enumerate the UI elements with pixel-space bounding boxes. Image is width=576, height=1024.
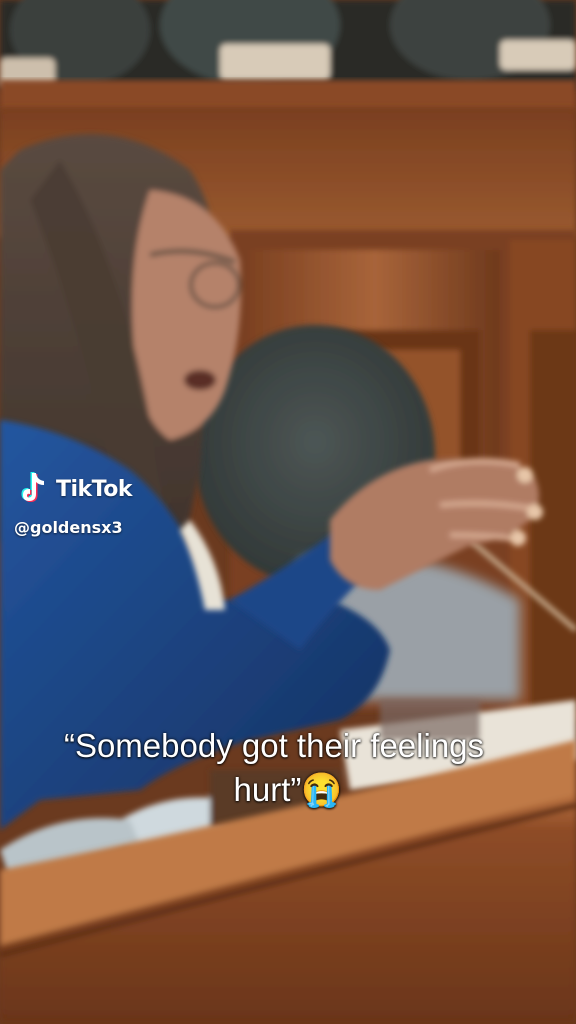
watermark-brand-row: TikTok (18, 470, 133, 508)
tiktok-note-icon (21, 472, 44, 502)
watermark-handle: @goldensx3 (14, 518, 123, 537)
tiktok-watermark: TikTok @goldensx3 (14, 470, 133, 537)
video-caption: “Somebody got their feelings hurt”😭 (0, 724, 576, 812)
watermark-brand: TikTok (56, 476, 133, 502)
video-frame[interactable]: TikTok @goldensx3 “Somebody got their fe… (0, 0, 576, 1024)
caption-line-1: “Somebody got their feelings (63, 727, 485, 764)
caption-line-2: hurt”😭 (233, 771, 343, 808)
